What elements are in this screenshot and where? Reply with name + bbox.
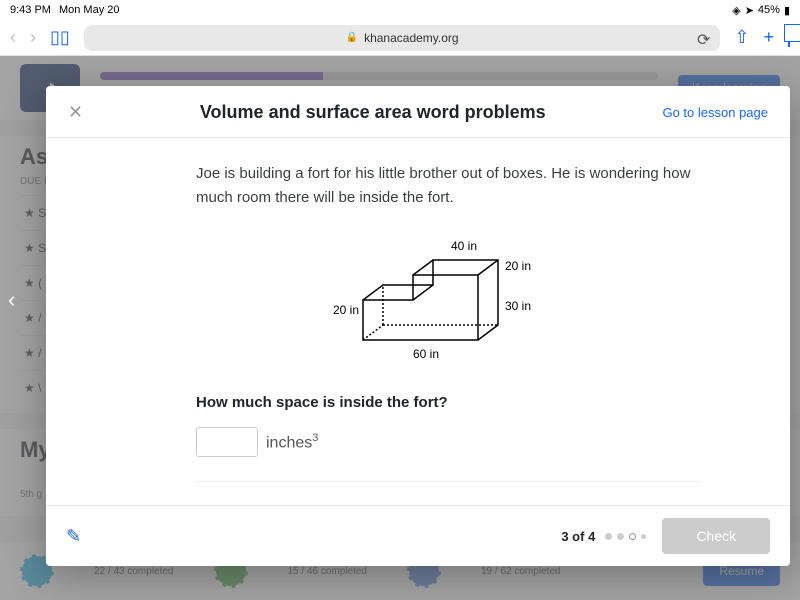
tabs-icon[interactable] <box>788 29 790 47</box>
close-icon[interactable]: ✕ <box>68 102 83 123</box>
status-bar: 9:43 PM Mon May 20 ◈ ➤ 45% ▮ <box>0 0 800 20</box>
modal-title: Volume and surface area word problems <box>83 102 662 123</box>
dim-label: 20 in <box>505 259 531 273</box>
exercise-modal: ✕ Volume and surface area word problems … <box>46 86 790 566</box>
check-button[interactable]: Check <box>662 518 770 554</box>
progress-counter: 3 of 4 <box>561 529 595 544</box>
reload-icon[interactable]: ⟳ <box>697 30 710 50</box>
lock-icon: 🔒 <box>346 32 358 43</box>
location-icon: ➤ <box>745 4 754 17</box>
status-date: Mon May 20 <box>59 4 120 16</box>
unit-label: inches3 <box>266 432 318 452</box>
wifi-icon: ◈ <box>732 4 740 17</box>
fort-diagram: 40 in 20 in 20 in 30 in 60 in <box>196 230 700 370</box>
lesson-page-link[interactable]: Go to lesson page <box>662 105 768 120</box>
share-icon[interactable]: ⇧ <box>734 27 749 48</box>
answer-input[interactable] <box>196 427 258 457</box>
dim-label: 60 in <box>413 347 439 361</box>
forward-button[interactable]: › <box>30 27 36 48</box>
problem-text: Joe is building a fort for his little br… <box>196 162 700 210</box>
new-tab-icon[interactable]: + <box>763 27 774 48</box>
progress-dots <box>605 533 646 540</box>
browser-toolbar: ‹ › ▯▯ 🔒 khanacademy.org ⟳ ⇧ + <box>0 20 800 56</box>
url-text: khanacademy.org <box>364 31 459 45</box>
battery-pct: 45% <box>758 4 780 16</box>
bookmarks-icon[interactable]: ▯▯ <box>50 27 70 48</box>
question-text: How much space is inside the fort? <box>196 394 700 411</box>
back-button[interactable]: ‹ <box>10 27 16 48</box>
prev-chevron-icon[interactable]: ‹ <box>8 287 15 313</box>
dim-label: 40 in <box>451 239 477 253</box>
scratchpad-icon[interactable]: ✎ <box>66 526 81 547</box>
url-bar[interactable]: 🔒 khanacademy.org <box>84 25 721 51</box>
status-time: 9:43 PM <box>10 4 51 16</box>
battery-icon: ▮ <box>784 4 790 17</box>
dim-label: 30 in <box>505 299 531 313</box>
dim-label: 20 in <box>333 303 359 317</box>
